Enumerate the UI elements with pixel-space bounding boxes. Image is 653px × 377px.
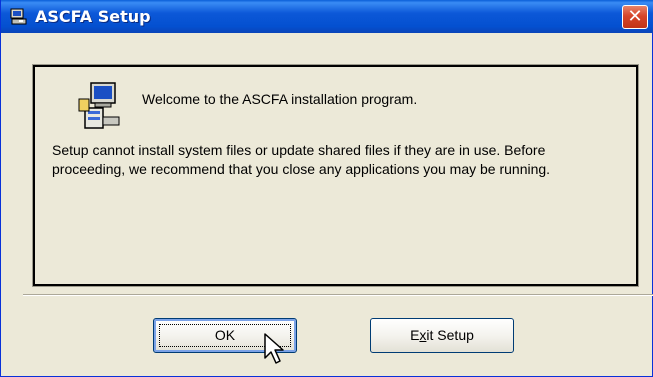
close-button[interactable]: ✕ <box>622 5 648 29</box>
exit-label-suffix: it Setup <box>426 327 474 343</box>
exit-setup-button[interactable]: Exit Setup <box>370 318 514 353</box>
separator <box>23 294 653 296</box>
window-title: ASCFA Setup <box>35 7 151 26</box>
setup-computer-icon <box>10 8 27 25</box>
setup-computer-icon <box>78 82 120 129</box>
mouse-pointer-icon <box>264 333 284 364</box>
setup-warning-text: Setup cannot install system files or upd… <box>52 142 551 177</box>
title-bar[interactable]: ASCFA Setup ✕ <box>1 0 653 33</box>
setup-window: ASCFA Setup ✕ Welcome to the ASCFA insta… <box>0 0 653 377</box>
welcome-heading: Welcome to the ASCFA installation progra… <box>142 91 418 107</box>
close-icon: ✕ <box>627 6 643 27</box>
